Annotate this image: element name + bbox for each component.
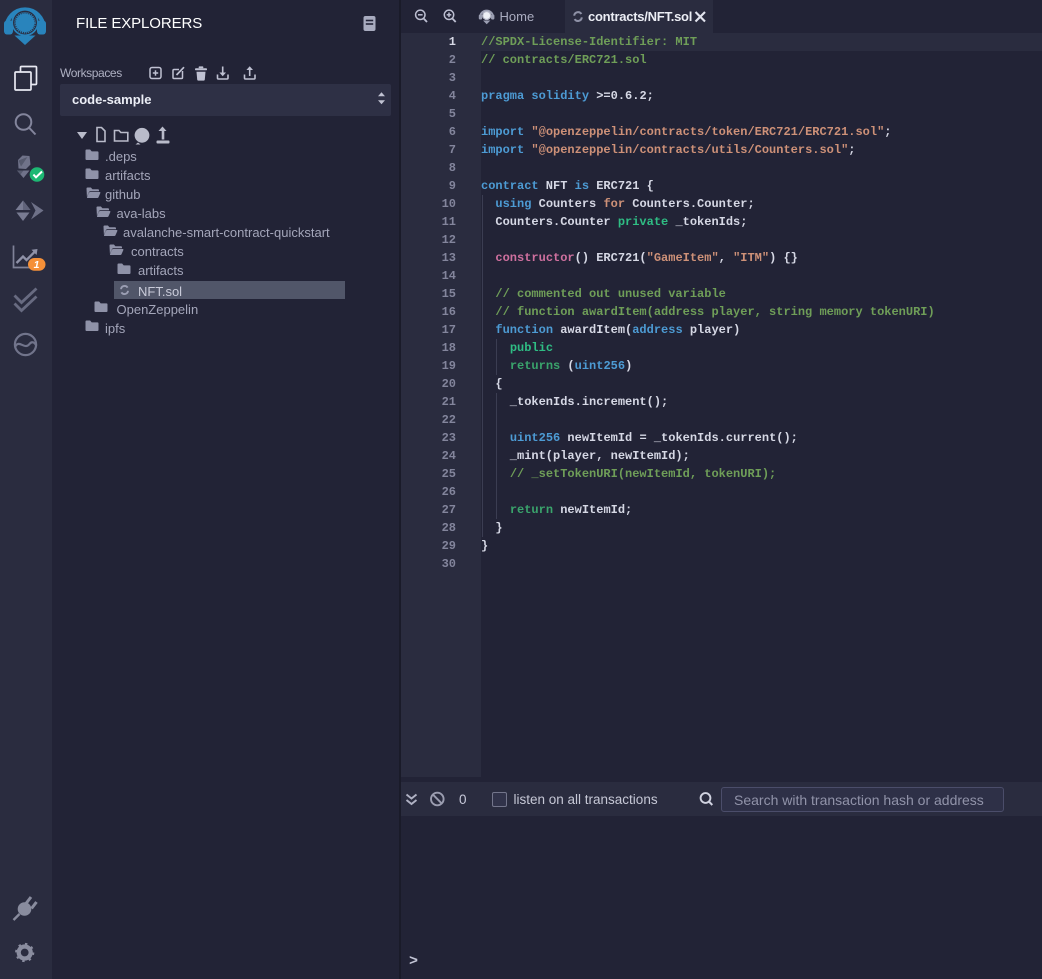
svg-text:1: 1: [34, 259, 40, 271]
